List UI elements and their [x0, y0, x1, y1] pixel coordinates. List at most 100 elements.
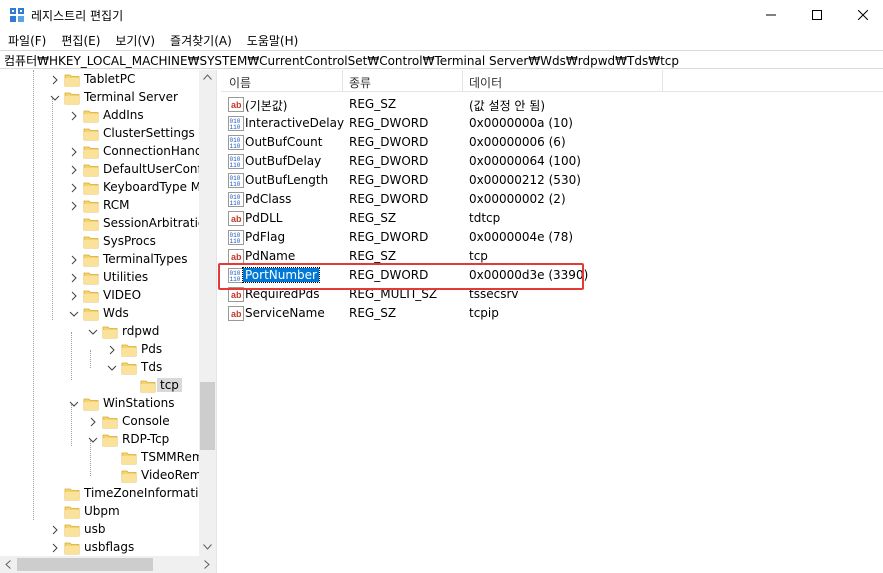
value-type: REG_SZ	[349, 249, 397, 263]
close-button[interactable]	[840, 0, 883, 30]
tree-hscroll-thumb[interactable]	[17, 558, 153, 571]
value-row[interactable]: ab ServiceName REG_SZ tcpip	[221, 304, 883, 323]
svg-text:110: 110	[230, 181, 241, 188]
tree-item[interactable]: TSMMRemotingAllowedApps	[0, 449, 216, 467]
value-row[interactable]: 010 110 OutBufCount REG_DWORD 0x00000006 (6)	[221, 133, 883, 152]
column-divider[interactable]	[342, 70, 343, 92]
folder-icon	[121, 452, 137, 465]
svg-text:ab: ab	[231, 290, 242, 300]
tree-item[interactable]: usb	[0, 521, 200, 539]
value-row[interactable]: ab PdDLL REG_SZ tdtcp	[221, 209, 883, 228]
tree-item[interactable]: SessionArbitrationHelper	[0, 215, 216, 233]
column-header-name[interactable]: 이름	[229, 74, 251, 91]
chevron-right-icon[interactable]	[107, 344, 117, 356]
tree-item[interactable]: Ubpm	[0, 503, 200, 521]
menu-edit[interactable]: 편집(E)	[53, 30, 107, 50]
chevron-right-icon[interactable]	[69, 200, 79, 212]
tree-item[interactable]: Tds	[0, 359, 200, 377]
value-row[interactable]: 010 110 PdClass REG_DWORD 0x00000002 (2)	[221, 190, 883, 209]
maximize-icon	[812, 10, 822, 20]
tree-item-label: TabletPC	[84, 72, 136, 86]
tree-item[interactable]: DefaultUserConfiguration	[0, 161, 216, 179]
tree-item[interactable]: SysProcs	[0, 233, 200, 251]
tree-item[interactable]: Wds	[0, 305, 200, 323]
tree-item[interactable]: AddIns	[0, 107, 200, 125]
address-path[interactable]: 컴퓨터₩HKEY_LOCAL_MACHINE₩SYSTEM₩CurrentCon…	[4, 52, 679, 69]
chevron-down-icon[interactable]	[69, 308, 79, 320]
value-data: 0x00000064 (100)	[469, 154, 581, 168]
value-type: REG_DWORD	[349, 173, 429, 187]
address-bar[interactable]: 컴퓨터₩HKEY_LOCAL_MACHINE₩SYSTEM₩CurrentCon…	[0, 50, 883, 69]
value-row[interactable]: ab (기본값) REG_SZ (값 설정 안 됨)	[221, 95, 883, 114]
value-name: OutBufDelay	[245, 154, 322, 168]
tree-item-label: TerminalTypes	[103, 252, 188, 266]
menu-bar: 파일(F) 편집(E) 보기(V) 즐겨찾기(A) 도움말(H)	[0, 30, 883, 50]
scroll-right-icon[interactable]	[204, 560, 210, 569]
tree-item[interactable]: ClusterSettings	[0, 125, 200, 143]
tree-item[interactable]: KeyboardType Mapping	[0, 179, 216, 197]
value-row[interactable]: 010 110 OutBufLength REG_DWORD 0x00000212 (5…	[221, 171, 883, 190]
tree-item[interactable]: Pds	[0, 341, 200, 359]
column-header-data[interactable]: 데이터	[469, 74, 502, 91]
minimize-button[interactable]	[748, 0, 794, 30]
tree-item[interactable]: Console	[0, 413, 200, 431]
tree-item[interactable]: tcp	[0, 377, 200, 395]
tree-item[interactable]: Terminal Server	[0, 89, 200, 107]
chevron-right-icon[interactable]	[50, 524, 60, 536]
tree-item[interactable]: TerminalTypes	[0, 251, 200, 269]
value-type: REG_SZ	[349, 97, 397, 111]
menu-file[interactable]: 파일(F)	[0, 30, 53, 50]
tree-item[interactable]: RDP-Tcp	[0, 431, 200, 449]
folder-icon	[83, 308, 99, 321]
chevron-right-icon[interactable]	[69, 290, 79, 302]
chevron-right-icon[interactable]	[69, 164, 79, 176]
menu-help[interactable]: 도움말(H)	[239, 30, 306, 50]
tree-item[interactable]: TabletPC	[0, 71, 200, 89]
menu-favorites[interactable]: 즐겨찾기(A)	[162, 30, 239, 50]
folder-icon	[83, 236, 99, 249]
tree-item-label: RDP-Tcp	[122, 432, 170, 446]
chevron-right-icon[interactable]	[69, 182, 79, 194]
tree-item[interactable]: usbflags	[0, 539, 200, 557]
chevron-right-icon[interactable]	[69, 110, 79, 122]
tree-item[interactable]: WinStations	[0, 395, 200, 413]
tree-vscroll-thumb[interactable]	[200, 382, 215, 450]
window-title: 레지스트리 편집기	[31, 9, 124, 23]
tree-vertical-scrollbar[interactable]	[199, 70, 216, 556]
tree-item[interactable]: rdpwd	[0, 323, 200, 341]
chevron-down-icon[interactable]	[88, 326, 98, 338]
key-tree[interactable]: TabletPC Terminal Server AddIns ClusterSett…	[0, 70, 216, 573]
chevron-right-icon[interactable]	[50, 542, 60, 554]
scroll-left-icon[interactable]	[5, 560, 11, 569]
tree-item[interactable]: ConnectionHandler	[0, 143, 216, 161]
value-list[interactable]: 이름 종류 데이터 ab (기본값) REG_SZ (값 설정 안 됨) 010 110 I…	[221, 70, 883, 573]
chevron-right-icon[interactable]	[50, 74, 60, 86]
scroll-up-icon[interactable]	[203, 74, 212, 80]
value-row[interactable]: 010 110 InteractiveDelay REG_DWORD 0x0000000…	[221, 114, 883, 133]
chevron-right-icon[interactable]	[69, 146, 79, 158]
tree-item[interactable]: VIDEO	[0, 287, 200, 305]
folder-icon	[102, 416, 118, 429]
folder-icon	[121, 344, 137, 357]
column-divider[interactable]	[462, 70, 463, 92]
maximize-button[interactable]	[794, 0, 840, 30]
value-row[interactable]: 010 110 PdFlag REG_DWORD 0x0000004e (78)	[221, 228, 883, 247]
tree-item[interactable]: TimeZoneInformation	[0, 485, 213, 503]
tree-item[interactable]: VideoRemotingAllowedApps	[0, 467, 216, 485]
scroll-down-icon[interactable]	[203, 544, 212, 550]
tree-item-label: VIDEO	[103, 288, 142, 302]
menu-view[interactable]: 보기(V)	[107, 30, 162, 50]
chevron-right-icon[interactable]	[69, 254, 79, 266]
chevron-right-icon[interactable]	[69, 272, 79, 284]
tree-item[interactable]: RCM	[0, 197, 200, 215]
folder-icon	[83, 254, 99, 267]
column-divider[interactable]	[662, 70, 663, 92]
column-header-type[interactable]: 종류	[349, 74, 371, 91]
svg-text:ab: ab	[231, 309, 242, 319]
value-row[interactable]: 010 110 OutBufDelay REG_DWORD 0x00000064 (10…	[221, 152, 883, 171]
chevron-down-icon[interactable]	[107, 362, 117, 374]
tree-connector-line	[52, 98, 53, 320]
svg-text:110: 110	[230, 124, 241, 131]
chevron-right-icon[interactable]	[88, 416, 98, 428]
tree-item[interactable]: Utilities	[0, 269, 200, 287]
